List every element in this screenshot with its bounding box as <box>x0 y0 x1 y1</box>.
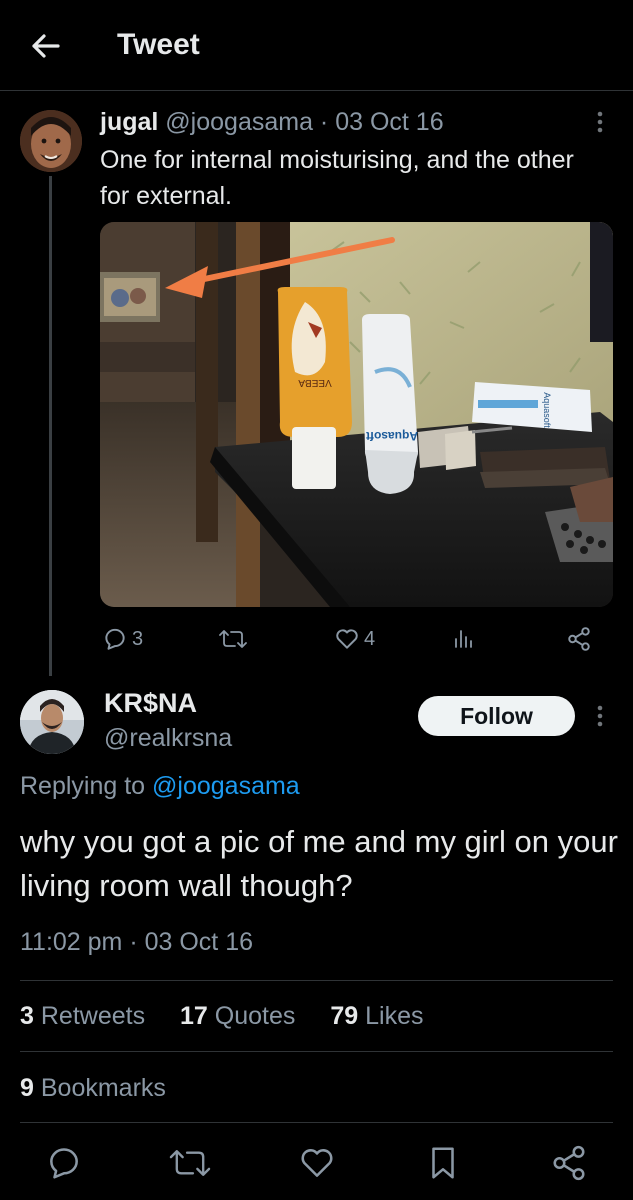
retweet-icon <box>169 1150 211 1176</box>
avatar[interactable] <box>20 110 82 172</box>
stats-divider <box>20 1051 613 1052</box>
share-icon <box>568 627 590 651</box>
page-title: Tweet <box>117 28 200 61</box>
retweets-stat[interactable]: 3 Retweets <box>20 1002 145 1030</box>
reply-button[interactable] <box>45 1144 83 1182</box>
author-name[interactable]: jugal <box>100 108 158 136</box>
tweet-text: why you got a pic of me and my girl on y… <box>20 824 618 903</box>
like-button[interactable] <box>298 1144 336 1182</box>
share-icon <box>553 1145 585 1181</box>
share-button[interactable] <box>566 622 592 656</box>
reply-icon <box>50 1148 78 1179</box>
avatar[interactable] <box>20 690 84 754</box>
views-button[interactable] <box>452 622 476 656</box>
header-divider <box>0 90 633 91</box>
bookmarks-stat[interactable]: 9 Bookmarks <box>20 1074 166 1103</box>
back-button[interactable] <box>22 24 70 68</box>
retweet-icon <box>219 630 247 648</box>
date-separator: · <box>312 108 336 136</box>
like-count: 4 <box>364 627 376 650</box>
retweet-button[interactable] <box>218 622 248 656</box>
box-brand-label: Aquasoft <box>542 392 552 428</box>
bottle-brand-label: VEEBA <box>298 377 332 388</box>
author-handle[interactable]: @joogasama <box>165 108 313 136</box>
author-handle[interactable]: @realkrsna <box>104 724 232 753</box>
reply-icon <box>105 628 125 650</box>
like-button[interactable]: 4 <box>334 622 375 656</box>
author-name[interactable]: KR$NA <box>104 688 197 719</box>
reply-button[interactable]: 3 <box>102 622 143 656</box>
tweet-date[interactable]: 03 Oct 16 <box>335 108 443 136</box>
thread-line <box>49 176 52 676</box>
actions-divider <box>20 1122 613 1123</box>
analytics-icon <box>455 630 472 648</box>
bottle-brand-label: Aquasoft <box>366 429 418 443</box>
retweet-button[interactable] <box>168 1144 212 1182</box>
quotes-stat[interactable]: 17 Quotes <box>180 1002 295 1030</box>
tweet-timestamp[interactable]: 11:02 pm · 03 Oct 16 <box>20 928 253 957</box>
heart-icon <box>301 1149 333 1177</box>
arrow-left-icon <box>32 34 60 58</box>
tweet-photo[interactable]: VEEBA Aquasoft Aquasoft <box>100 222 613 607</box>
replying-mention-link[interactable]: @joogasama <box>152 772 300 800</box>
follow-button[interactable]: Follow <box>418 696 575 736</box>
heart-icon <box>336 629 358 649</box>
stats-divider <box>20 980 613 981</box>
tweet-text: One for internal moisturising, and the o… <box>100 146 574 210</box>
more-options-button[interactable] <box>592 702 608 732</box>
replying-prefix: Replying to <box>20 772 153 800</box>
more-vertical-icon <box>597 111 603 133</box>
bookmark-button[interactable] <box>424 1144 462 1182</box>
more-vertical-icon <box>597 705 603 727</box>
reply-count: 3 <box>132 627 144 650</box>
more-options-button[interactable] <box>592 108 608 138</box>
tweet-header: jugal @joogasama · 03 Oct 16 <box>100 108 444 137</box>
likes-stat[interactable]: 79 Likes <box>330 1002 423 1030</box>
replying-to: Replying to @joogasama <box>20 772 300 801</box>
bookmark-icon <box>432 1147 454 1179</box>
share-button[interactable] <box>550 1144 588 1182</box>
tweet-stats: 3 Retweets 17 Quotes 79 Likes <box>20 1002 424 1031</box>
